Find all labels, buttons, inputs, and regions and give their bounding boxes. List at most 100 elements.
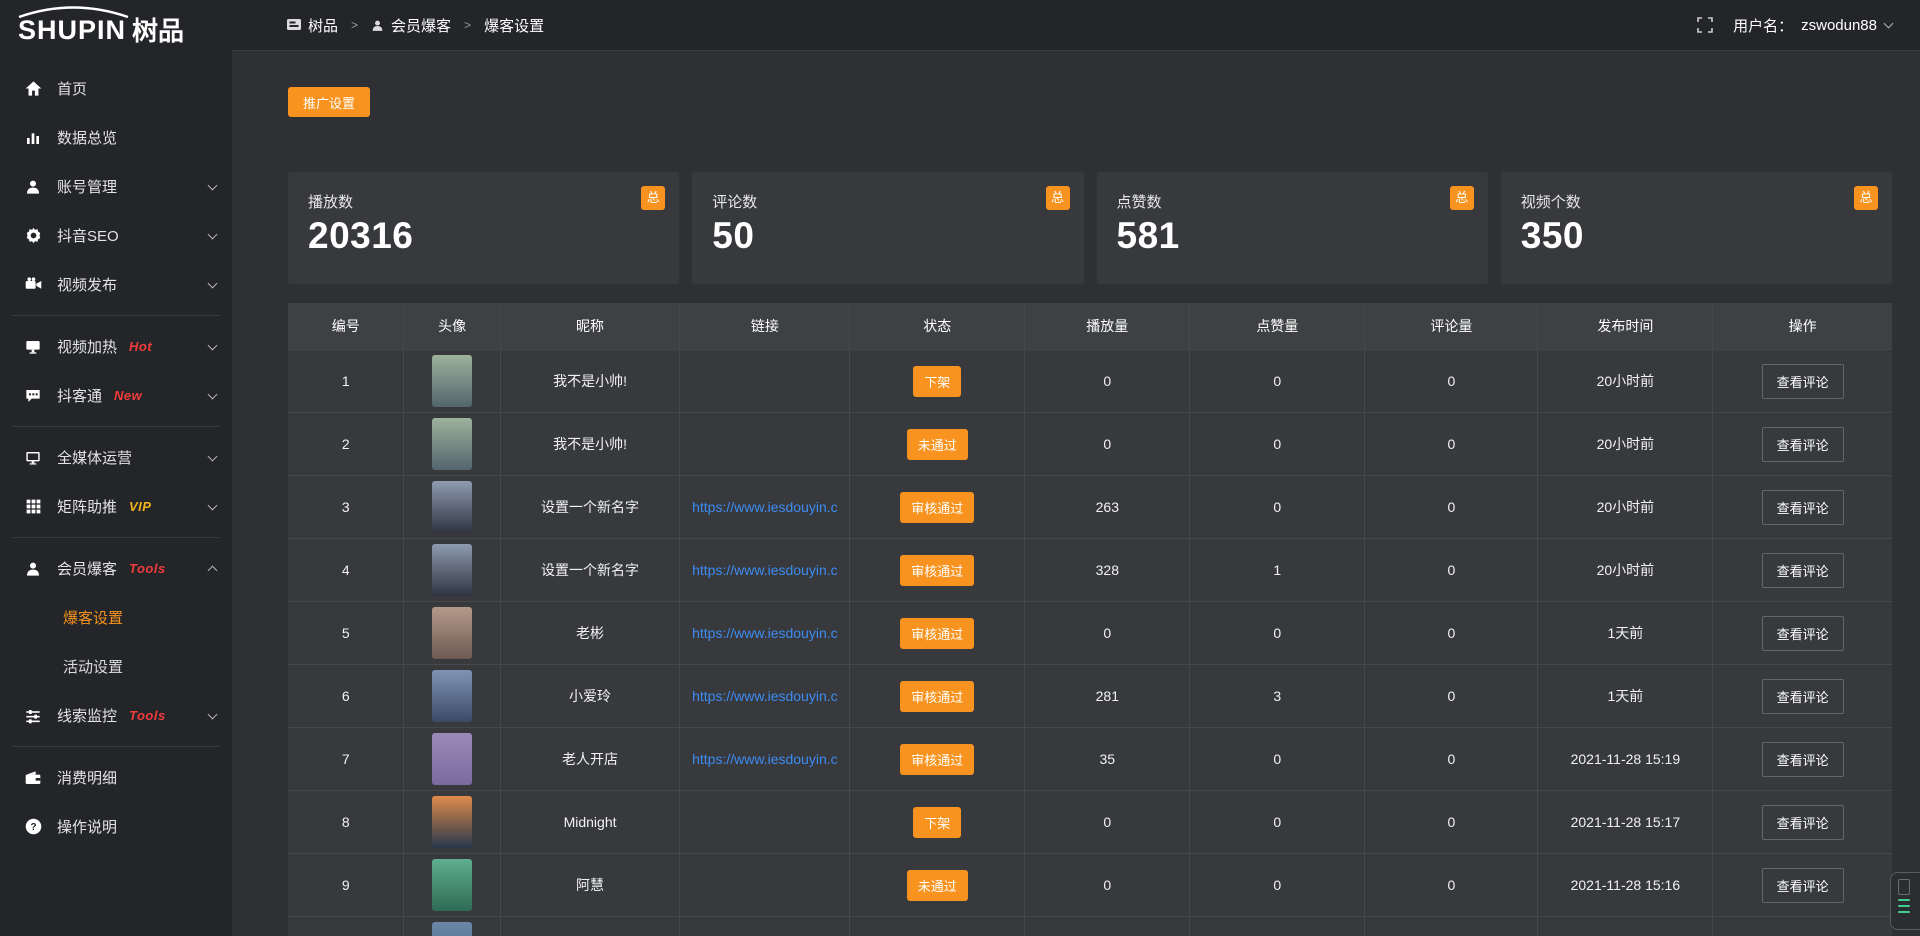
floating-widget[interactable]	[1890, 872, 1920, 930]
likes-count: 3	[1189, 665, 1364, 727]
question-icon: ?	[24, 818, 42, 836]
display-icon	[24, 449, 42, 467]
view-comments-button[interactable]: 查看评论	[1762, 490, 1844, 525]
stat-card-likes: 点赞数 581 总	[1097, 172, 1488, 284]
view-comments-button[interactable]: 查看评论	[1762, 616, 1844, 651]
view-comments-button[interactable]: 查看评论	[1762, 553, 1844, 588]
view-comments-button[interactable]: 查看评论	[1762, 868, 1844, 903]
total-badge: 总	[641, 186, 665, 210]
stat-card-comments: 评论数 50 总	[692, 172, 1083, 284]
view-comments-button[interactable]: 查看评论	[1762, 742, 1844, 777]
phone-icon	[1898, 879, 1910, 895]
status-badge[interactable]: 审核通过	[900, 744, 974, 775]
comments-count: 0	[1364, 476, 1537, 538]
chevron-down-icon	[208, 451, 218, 461]
plays-count: 281	[1024, 665, 1189, 727]
plays-count: 0	[1024, 350, 1189, 412]
col-header-publish-time: 发布时间	[1537, 303, 1712, 349]
gear-icon	[24, 227, 42, 245]
nickname: 老彬	[500, 602, 680, 664]
row-id: 2	[288, 413, 403, 475]
row-id: 8	[288, 791, 403, 853]
sidebar-item-douketong[interactable]: 抖客通 New	[0, 371, 232, 420]
sidebar-item-member-baoke[interactable]: 会员爆客 Tools	[0, 544, 232, 593]
sidebar-item-video-publish[interactable]: 视频发布	[0, 260, 232, 309]
user-menu[interactable]: 用户名：zswodun88	[1733, 15, 1892, 36]
col-header-link: 链接	[679, 303, 849, 349]
status-badge[interactable]: 审核通过	[900, 492, 974, 523]
comments-count: 0	[1364, 539, 1537, 601]
status-badge[interactable]: 未通过	[907, 870, 968, 901]
bar-chart-icon	[24, 129, 42, 147]
video-link[interactable]: https://www.iesdouyin.c	[692, 499, 838, 515]
row-id: 4	[288, 539, 403, 601]
video-link[interactable]: https://www.iesdouyin.c	[692, 751, 838, 767]
fullscreen-icon[interactable]	[1697, 17, 1713, 33]
view-comments-button[interactable]: 查看评论	[1762, 427, 1844, 462]
comments-count: 0	[1364, 791, 1537, 853]
sidebar-item-label: 消费明细	[57, 767, 117, 788]
grid-icon	[24, 498, 42, 516]
promotion-settings-button[interactable]: 推广设置	[288, 87, 370, 117]
status-badge[interactable]: 审核通过	[900, 555, 974, 586]
sidebar-item-label: 账号管理	[57, 176, 117, 197]
sidebar-item-label: 会员爆客	[57, 558, 117, 579]
row-id: 6	[288, 665, 403, 727]
svg-text:?: ?	[30, 822, 36, 833]
sidebar-subitem-activity-settings[interactable]: 活动设置	[0, 642, 232, 691]
view-comments-button[interactable]: 查看评论	[1762, 805, 1844, 840]
status-badge[interactable]: 下架	[913, 366, 961, 397]
app-logo: SHUPIN 树品	[18, 7, 184, 44]
chevron-down-icon	[208, 500, 218, 510]
tools-badge: Tools	[129, 561, 166, 576]
row-id	[288, 917, 403, 936]
sidebar-item-account-management[interactable]: 账号管理	[0, 162, 232, 211]
avatar	[432, 544, 472, 596]
status-badge[interactable]: 审核通过	[900, 681, 974, 712]
status-badge[interactable]: 未通过	[907, 429, 968, 460]
view-comments-button[interactable]: 查看评论	[1762, 679, 1844, 714]
nickname: 我不是小帅!	[500, 350, 680, 412]
breadcrumb-item-current: 爆客设置	[484, 15, 544, 36]
video-link[interactable]: https://www.iesdouyin.c	[692, 562, 838, 578]
table-row: 8 Midnight 下架 0 0 0 2021-11-28 15:17 查看评…	[288, 790, 1892, 853]
breadcrumb-user-icon	[371, 19, 384, 32]
breadcrumb-item-root[interactable]: 树品	[287, 15, 338, 36]
comments-count: 0	[1364, 728, 1537, 790]
sidebar-item-all-media[interactable]: 全媒体运营	[0, 433, 232, 482]
sidebar-item-clue-monitor[interactable]: 线索监控 Tools	[0, 691, 232, 740]
logo-text-en: SHUPIN	[18, 17, 126, 44]
sidebar-item-home[interactable]: 首页	[0, 64, 232, 113]
chevron-down-icon	[208, 340, 218, 350]
publish-time: 2021-11-28 15:19	[1537, 728, 1712, 790]
video-link[interactable]: https://www.iesdouyin.c	[692, 688, 838, 704]
nickname: 我不是小帅!	[500, 413, 680, 475]
view-comments-button[interactable]: 查看评论	[1762, 364, 1844, 399]
plays-count: 0	[1024, 602, 1189, 664]
sidebar-item-consumption-details[interactable]: 消费明细	[0, 753, 232, 802]
breadcrumb-item-module[interactable]: 会员爆客	[371, 15, 451, 36]
breadcrumb-separator: >	[464, 18, 471, 32]
likes-count	[1189, 917, 1364, 936]
sidebar-item-video-heating[interactable]: 视频加热 Hot	[0, 322, 232, 371]
sidebar-item-data-overview[interactable]: 数据总览	[0, 113, 232, 162]
publish-time: 2021-11-28 15:17	[1537, 791, 1712, 853]
stat-value: 581	[1117, 215, 1472, 257]
chevron-up-icon	[208, 566, 218, 576]
likes-count: 0	[1189, 350, 1364, 412]
nickname: 老人开店	[500, 728, 680, 790]
sidebar-item-douyin-seo[interactable]: 抖音SEO	[0, 211, 232, 260]
stat-label: 点赞数	[1117, 191, 1472, 212]
video-link[interactable]: https://www.iesdouyin.c	[692, 625, 838, 641]
status-badge[interactable]: 审核通过	[900, 618, 974, 649]
sidebar-item-matrix-boost[interactable]: 矩阵助推 VIP	[0, 482, 232, 531]
sidebar-divider	[12, 746, 220, 747]
logo-arc	[16, 5, 134, 18]
new-badge: New	[114, 388, 142, 403]
plays-count: 328	[1024, 539, 1189, 601]
status-badge[interactable]: 下架	[913, 807, 961, 838]
comments-count: 0	[1364, 854, 1537, 916]
nickname: 设置一个新名字	[500, 539, 680, 601]
sidebar-subitem-baoke-settings[interactable]: 爆客设置	[0, 593, 232, 642]
sidebar-item-instructions[interactable]: ? 操作说明	[0, 802, 232, 851]
